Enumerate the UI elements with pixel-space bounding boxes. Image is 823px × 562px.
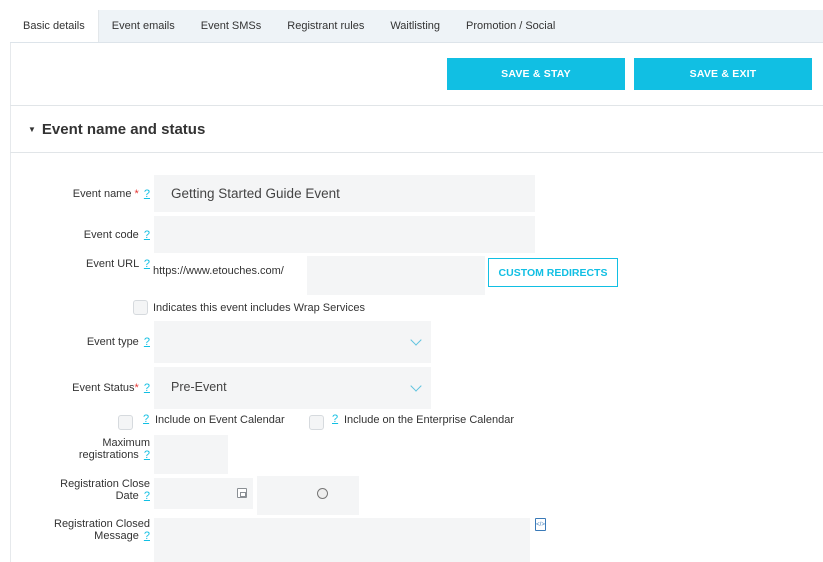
tab-event-smss[interactable]: Event SMSs — [188, 10, 275, 42]
help-link[interactable]: ? — [143, 413, 149, 425]
reg-close-date-label-line1: Registration Close — [60, 478, 150, 490]
tab-bar: Basic details Event emails Event SMSs Re… — [10, 10, 823, 43]
help-link[interactable]: ? — [144, 229, 150, 241]
help-link[interactable]: ? — [332, 413, 338, 425]
reg-closed-message-label-line1: Registration Closed — [54, 518, 150, 530]
required-asterisk: * — [134, 188, 139, 200]
help-link[interactable]: ? — [144, 382, 150, 394]
event-type-select[interactable] — [154, 321, 431, 363]
wrap-services-label: Indicates this event includes Wrap Servi… — [153, 302, 365, 314]
save-and-stay-button[interactable]: SAVE & STAY — [447, 58, 625, 90]
event-url-input[interactable] — [307, 256, 485, 295]
include-event-calendar-label: Include on Event Calendar — [155, 414, 285, 426]
divider — [10, 152, 823, 153]
required-asterisk: * — [134, 382, 139, 394]
include-event-calendar-checkbox[interactable] — [118, 415, 133, 430]
divider — [10, 105, 823, 106]
event-status-value: Pre-Event — [171, 380, 227, 394]
event-name-value: Getting Started Guide Event — [171, 186, 340, 201]
max-registrations-label-line2: registrations — [78, 449, 139, 461]
help-link[interactable]: ? — [144, 449, 150, 461]
chevron-down-icon — [410, 334, 422, 346]
caret-down-icon[interactable]: ▼ — [28, 125, 36, 134]
reg-close-date-label-line2: Date — [115, 490, 139, 502]
include-enterprise-calendar-label: Include on the Enterprise Calendar — [344, 414, 514, 426]
tab-basic-details[interactable]: Basic details — [10, 10, 99, 42]
tab-registrant-rules[interactable]: Registrant rules — [274, 10, 377, 42]
help-link[interactable]: ? — [144, 490, 150, 502]
chevron-down-icon — [410, 380, 422, 392]
help-link[interactable]: ? — [144, 530, 150, 542]
max-registrations-input[interactable] — [154, 435, 228, 474]
save-and-exit-button[interactable]: SAVE & EXIT — [634, 58, 812, 90]
document-source-icon[interactable]: </> — [535, 518, 546, 531]
event-type-label: Event type — [86, 336, 139, 348]
help-link[interactable]: ? — [144, 188, 150, 200]
reg-closed-message-label-line2: Message — [94, 530, 139, 542]
tab-waitlisting[interactable]: Waitlisting — [377, 10, 453, 42]
event-url-label: Event URL — [86, 258, 139, 270]
event-code-input[interactable] — [154, 216, 535, 253]
calendar-icon[interactable] — [237, 488, 247, 498]
section-header[interactable]: ▼ Event name and status — [28, 121, 205, 138]
tab-promotion-social[interactable]: Promotion / Social — [453, 10, 568, 42]
event-url-prefix: https://www.etouches.com/ — [153, 265, 284, 277]
reg-close-time-input[interactable] — [257, 476, 359, 515]
custom-redirects-button[interactable]: CUSTOM REDIRECTS — [488, 258, 618, 287]
content-left-border — [10, 43, 11, 562]
help-link[interactable]: ? — [144, 258, 150, 270]
max-registrations-label-line1: Maximum — [102, 437, 150, 449]
event-status-label: Event Status — [72, 382, 135, 394]
include-enterprise-calendar-checkbox[interactable] — [309, 415, 324, 430]
wrap-services-checkbox[interactable] — [133, 300, 148, 315]
event-name-input[interactable]: Getting Started Guide Event — [154, 175, 535, 212]
help-link[interactable]: ? — [144, 336, 150, 348]
event-code-label: Event code — [83, 229, 139, 241]
clock-icon[interactable] — [317, 488, 328, 499]
tab-event-emails[interactable]: Event emails — [99, 10, 188, 42]
event-status-select[interactable]: Pre-Event — [154, 367, 431, 409]
event-name-label: Event name — [72, 188, 132, 200]
reg-closed-message-textarea[interactable] — [154, 518, 530, 562]
section-title: Event name and status — [41, 121, 206, 138]
